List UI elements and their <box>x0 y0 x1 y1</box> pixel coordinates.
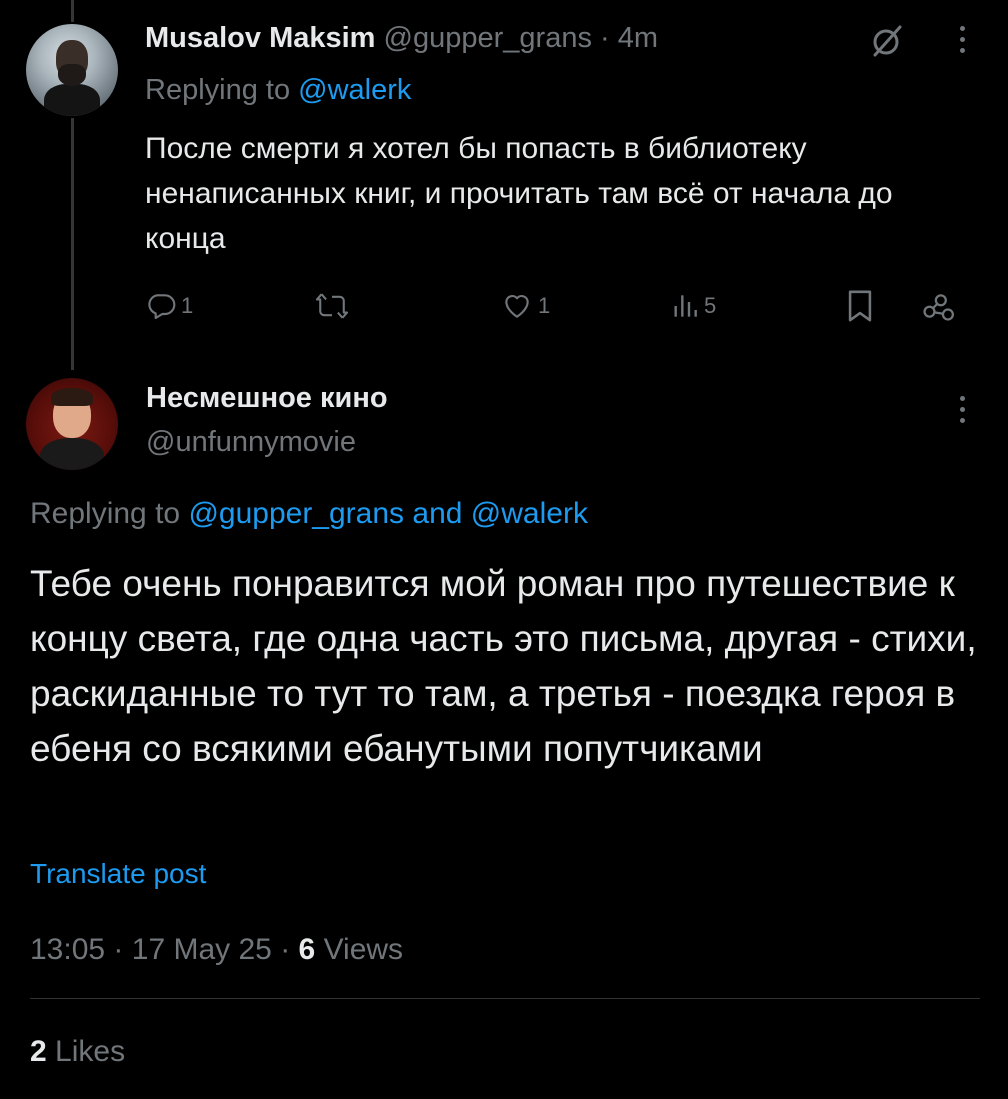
bookmark-icon <box>848 290 872 322</box>
thread-line <box>71 118 74 370</box>
separator: · <box>113 933 124 966</box>
author-name[interactable]: Несмешное кино <box>146 380 388 416</box>
replying-to: Replying to @walerk <box>145 72 411 108</box>
translate-post-link[interactable]: Translate post <box>30 856 206 892</box>
more-icon[interactable] <box>957 396 967 430</box>
tweet-text: После смерти я хотел бы попасть в библио… <box>145 132 893 255</box>
replying-to: Replying to @gupper_grans and @walerk <box>30 495 588 533</box>
grok-icon[interactable] <box>870 24 904 58</box>
replying-handle[interactable]: @gupper_grans <box>188 497 404 530</box>
timestamp[interactable]: 4m <box>618 22 658 54</box>
more-icon[interactable] <box>957 26 967 60</box>
tweet-text: Тебе очень понравится мой роман про путе… <box>30 563 977 769</box>
like-button[interactable]: 1 <box>500 286 550 326</box>
views-count: 5 <box>704 293 717 318</box>
replying-and[interactable]: and <box>412 497 462 530</box>
replying-prefix: Replying to <box>30 497 181 530</box>
retweet-button[interactable] <box>315 286 353 326</box>
avatar[interactable] <box>26 378 118 470</box>
tweet-date[interactable]: 17 May 25 <box>132 933 272 966</box>
author-handle[interactable]: @gupper_grans <box>384 22 592 54</box>
share-icon <box>923 294 955 321</box>
thread-line-top <box>71 0 74 22</box>
author-handle[interactable]: @unfunnymovie <box>146 424 356 460</box>
views-icon <box>674 295 697 317</box>
likes-link[interactable]: 2 Likes <box>30 1033 125 1071</box>
avatar[interactable] <box>26 24 118 116</box>
views-button[interactable]: 5 <box>670 286 716 326</box>
retweet-icon <box>315 293 349 319</box>
reply-icon <box>148 294 176 320</box>
replying-handle[interactable]: @walerk <box>298 74 411 106</box>
views-label: Views <box>323 933 404 966</box>
action-bar: 1 1 5 <box>145 286 965 326</box>
author-name[interactable]: Musalov Maksim <box>145 22 375 54</box>
divider <box>30 998 980 999</box>
separator: · <box>280 933 291 966</box>
like-count: 1 <box>538 293 551 318</box>
bookmark-button[interactable] <box>845 286 875 326</box>
tweet-meta: 13:05 · 17 May 25 · 6 Views <box>30 931 403 969</box>
replying-prefix: Replying to <box>145 74 291 106</box>
tweet-time[interactable]: 13:05 <box>30 933 105 966</box>
replying-handle[interactable]: @walerk <box>471 497 588 530</box>
tweet-header: Musalov Maksim @gupper_grans · 4m <box>145 20 658 56</box>
reply-button[interactable]: 1 <box>145 286 193 326</box>
likes-count: 2 <box>30 1035 47 1068</box>
likes-label: Likes <box>55 1035 126 1068</box>
like-icon <box>505 294 529 318</box>
share-button[interactable] <box>920 286 956 326</box>
views-count: 6 <box>298 933 316 966</box>
reply-count: 1 <box>181 293 194 318</box>
separator: · <box>600 22 610 54</box>
